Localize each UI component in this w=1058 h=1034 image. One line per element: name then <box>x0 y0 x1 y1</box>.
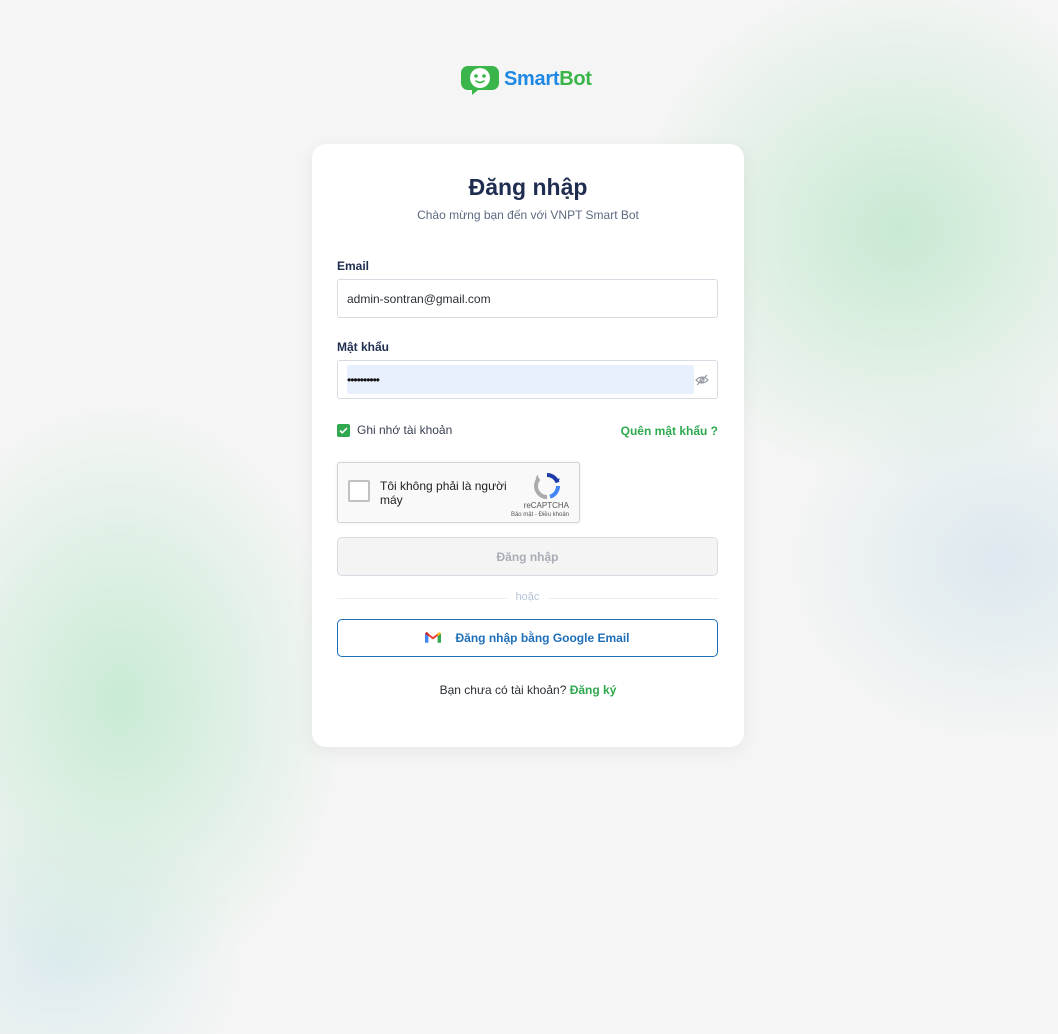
forgot-password-link[interactable]: Quên mật khẩu ? <box>621 424 718 438</box>
signup-prompt-text: Bạn chưa có tài khoản? <box>439 683 567 697</box>
recaptcha-brand: reCAPTCHA <box>523 501 569 510</box>
brand-logo: SmartBot <box>460 62 592 96</box>
or-divider: hoặc <box>337 591 718 605</box>
password-field[interactable]: •••••••••• <box>337 360 718 399</box>
eye-off-icon[interactable] <box>695 373 709 387</box>
login-card: Đăng nhập Chào mừng bạn đến với VNPT Sma… <box>312 144 744 747</box>
brand-name: SmartBot <box>504 67 592 90</box>
login-button[interactable]: Đăng nhập <box>337 537 718 576</box>
password-label: Mật khẩu <box>337 340 390 354</box>
email-value: admin-sontran@gmail.com <box>347 292 491 306</box>
password-autofill-highlight: •••••••••• <box>347 365 694 394</box>
email-field[interactable]: admin-sontran@gmail.com <box>337 279 718 318</box>
checkmark-icon <box>339 427 348 434</box>
recaptcha-icon <box>533 472 561 499</box>
password-value: •••••••••• <box>347 373 380 387</box>
recaptcha-label: Tôi không phải là người máy <box>380 479 507 507</box>
remember-checkbox[interactable] <box>337 423 350 437</box>
recaptcha-widget: Tôi không phải là người máy reCAPTCHA Bả… <box>337 462 580 523</box>
remember-label: Ghi nhớ tài khoản <box>357 423 453 437</box>
signup-link[interactable]: Đăng ký <box>570 683 617 697</box>
gmail-icon <box>425 632 442 643</box>
recaptcha-links[interactable]: Bảo mật - Điều khoản <box>511 512 569 518</box>
google-login-label: Đăng nhập bằng Google Email <box>455 631 630 645</box>
remember-me[interactable]: Ghi nhớ tài khoản <box>337 423 452 437</box>
recaptcha-checkbox[interactable] <box>348 480 370 502</box>
page-title: Đăng nhập <box>468 174 588 200</box>
page-subtitle: Chào mừng bạn đến với VNPT Smart Bot <box>417 208 639 222</box>
google-login-button[interactable]: Đăng nhập bằng Google Email <box>337 619 718 657</box>
bot-face-icon <box>461 66 499 95</box>
email-label: Email <box>337 259 370 273</box>
divider-text: hoặc <box>515 591 540 603</box>
signup-prompt: Bạn chưa có tài khoản? Đăng ký <box>312 683 744 697</box>
